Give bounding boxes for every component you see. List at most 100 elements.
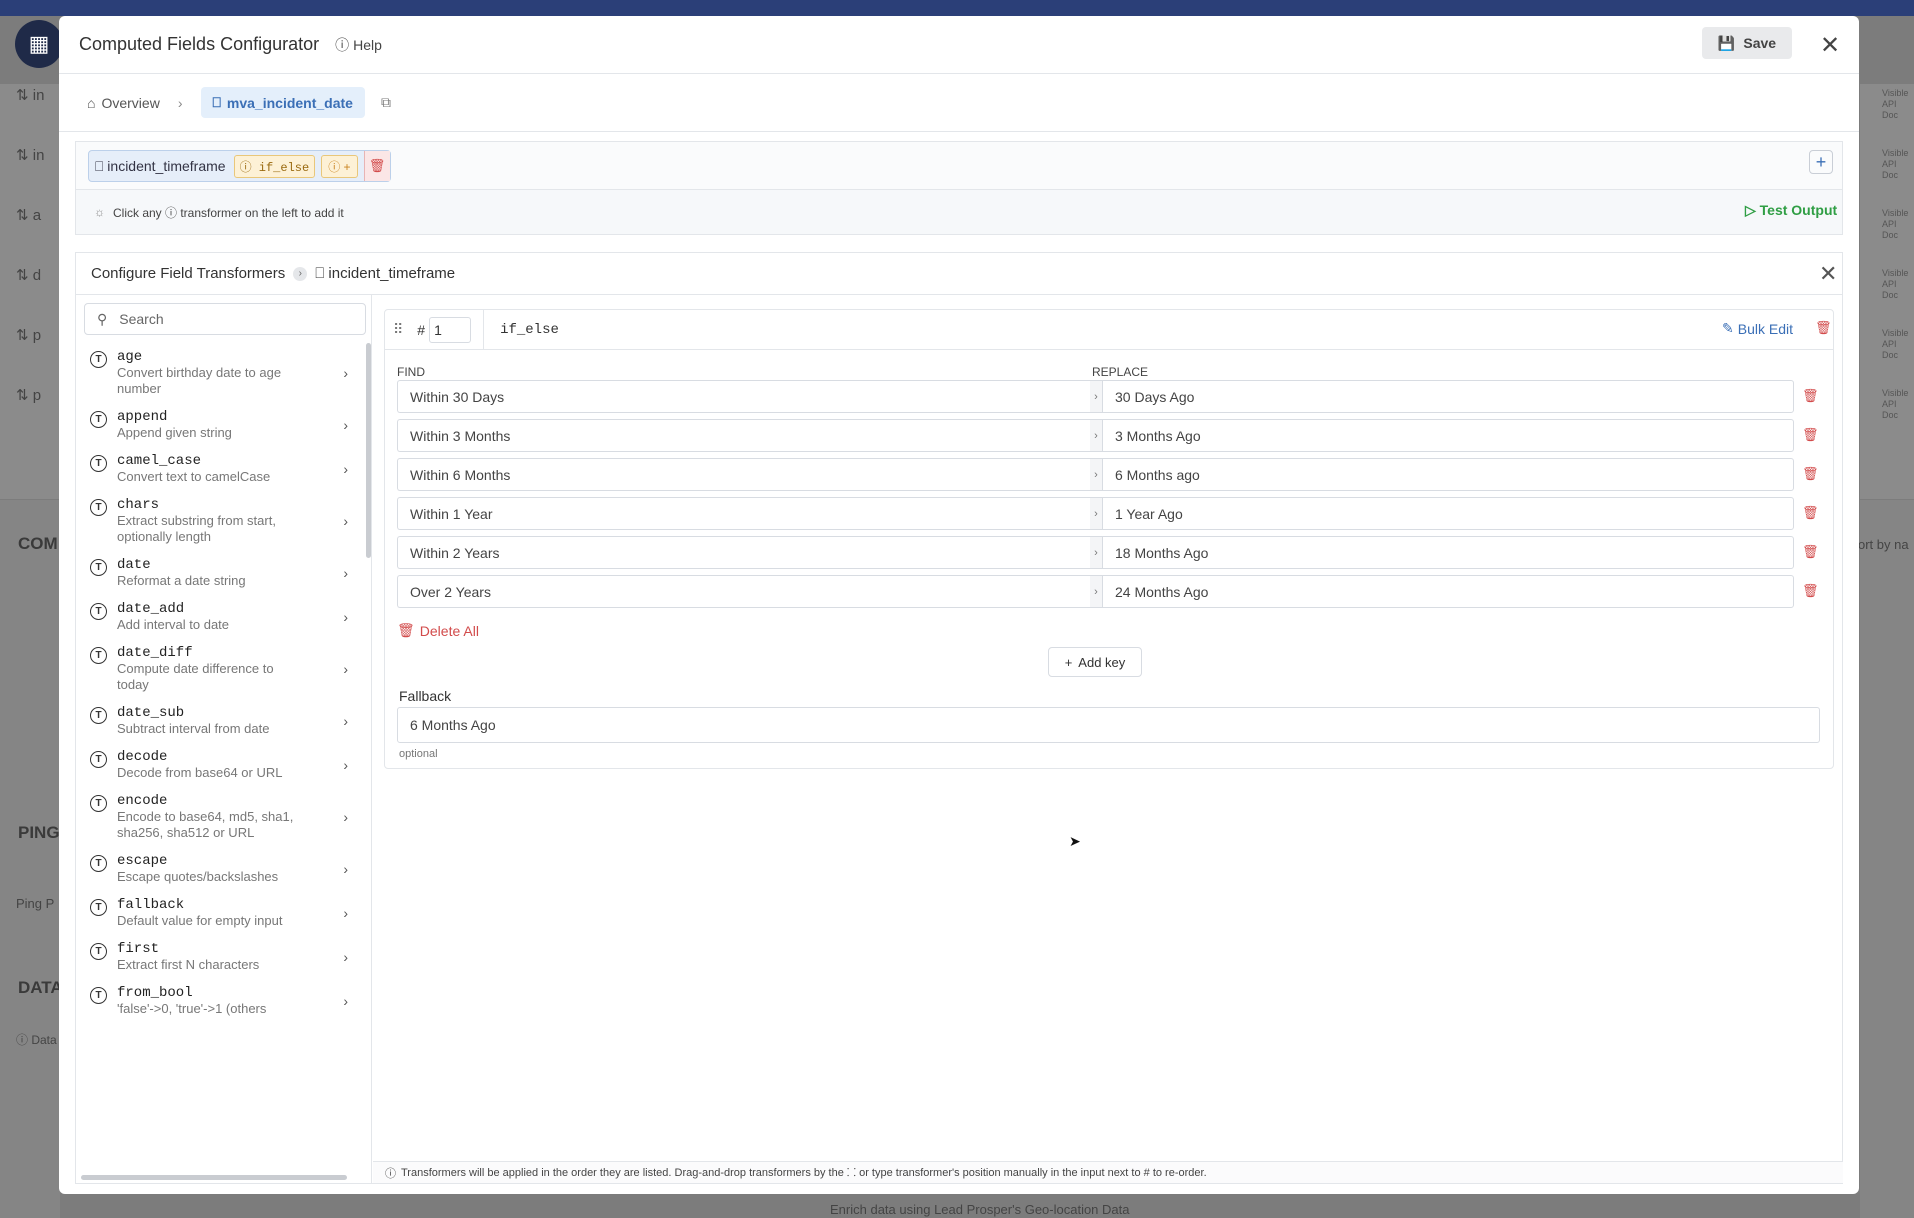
transformer-icon: T xyxy=(90,559,107,576)
field-bar: ⎕ incident_timeframe ⓘ if_else ⓘ + 🗑 + xyxy=(75,141,1843,189)
replace-input[interactable]: 3 Months Ago xyxy=(1102,419,1794,452)
trash-icon[interactable]: 🗑 xyxy=(1815,320,1832,336)
transformer-item-age[interactable]: Tage Convert birthday date to age number › xyxy=(76,343,364,403)
trash-icon[interactable]: 🗑 xyxy=(1802,505,1819,521)
transformer-item-fallback[interactable]: Tfallback Default value for empty input › xyxy=(76,891,364,935)
trash-icon[interactable]: 🗑 xyxy=(1802,427,1819,443)
find-replace-row: Over 2 Years › 24 Months Ago 🗑 xyxy=(397,575,1827,608)
trash-icon[interactable]: 🗑 xyxy=(1802,388,1819,404)
plus-icon: + xyxy=(1064,654,1073,670)
search-input[interactable]: ⚲ Search xyxy=(84,303,366,335)
transformer-desc: Subtract interval from date xyxy=(117,721,270,736)
find-input[interactable]: Within 2 Years xyxy=(397,536,1090,569)
background-right-label: Visible API Doc xyxy=(1882,148,1909,180)
drag-handle-icon[interactable]: ⠿ xyxy=(393,321,403,338)
replace-input[interactable]: 6 Months ago xyxy=(1102,458,1794,491)
transformer-item-date-add[interactable]: Tdate_add Add interval to date › xyxy=(76,595,364,639)
breadcrumb-overview[interactable]: ⌂ Overview xyxy=(87,95,160,111)
find-input[interactable]: Within 6 Months xyxy=(397,458,1090,491)
chevron-right-icon: › xyxy=(1090,458,1102,491)
save-label: Save xyxy=(1743,35,1777,51)
replace-input[interactable]: 1 Year Ago xyxy=(1102,497,1794,530)
background-right-label: Visible API Doc xyxy=(1882,88,1909,120)
fallback-hint: optional xyxy=(399,748,438,760)
background-row: ⇅ d xyxy=(16,267,42,284)
mouse-cursor-icon: ➤ xyxy=(1069,833,1081,849)
find-input[interactable]: Within 3 Months xyxy=(397,419,1090,452)
breadcrumb-field-label: mva_incident_date xyxy=(226,94,353,111)
position-input[interactable]: 1 xyxy=(429,316,472,343)
trash-icon[interactable]: 🗑 xyxy=(1802,583,1819,599)
find-column-header: FIND xyxy=(397,365,425,379)
replace-input[interactable]: 24 Months Ago xyxy=(1102,575,1794,608)
transformer-item-append[interactable]: Tappend Append given string › xyxy=(76,403,364,447)
field-chip[interactable]: ⎕ incident_timeframe ⓘ if_else ⓘ + 🗑 xyxy=(88,150,391,182)
bulk-edit-button[interactable]: ✎ Bulk Edit xyxy=(1722,320,1793,337)
app-menu-icon[interactable]: ▦ xyxy=(15,20,63,68)
sidebar-scrollbar-vertical[interactable] xyxy=(366,343,371,558)
transformer-name: age xyxy=(117,349,143,365)
transformer-item-camel-case[interactable]: Tcamel_case Convert text to camelCase › xyxy=(76,447,364,491)
chevron-right-icon: › xyxy=(1090,575,1102,608)
transformer-item-chars[interactable]: Tchars Extract substring from start, opti… xyxy=(76,491,364,551)
transformer-desc: Encode to base64, md5, sha1, sha256, sha… xyxy=(117,809,294,840)
find-replace-row: Within 6 Months › 6 Months ago 🗑 xyxy=(397,458,1827,491)
close-icon[interactable]: ✕ xyxy=(1820,31,1840,60)
transformer-item-first[interactable]: Tfirst Extract first N characters › xyxy=(76,935,364,979)
background-right-label: Visible API Doc xyxy=(1882,208,1909,240)
test-output-label: Test Output xyxy=(1759,202,1838,218)
add-key-button[interactable]: + Add key xyxy=(1048,647,1142,677)
background-right-label: Visible API Doc xyxy=(1882,388,1909,420)
home-icon: ⌂ xyxy=(87,94,96,111)
delete-all-button[interactable]: 🗑 Delete All xyxy=(397,622,479,639)
field-chip-name: incident_timeframe xyxy=(107,158,226,174)
trash-icon[interactable]: 🗑 xyxy=(363,151,390,181)
sidebar-scrollbar-horizontal[interactable] xyxy=(81,1175,347,1180)
transformer-item-date-diff[interactable]: Tdate_diff Compute date difference to tod… xyxy=(76,639,364,699)
find-input[interactable]: Within 30 Days xyxy=(397,380,1090,413)
transformer-item-escape[interactable]: Tescape Escape quotes/backslashes › xyxy=(76,847,364,891)
transformer-item-encode[interactable]: Tencode Encode to base64, md5, sha1, sha2… xyxy=(76,787,364,847)
transformer-icon: T xyxy=(90,855,107,872)
trash-icon[interactable]: 🗑 xyxy=(1802,466,1819,482)
fallback-input[interactable]: 6 Months Ago xyxy=(397,707,1820,743)
transformer-desc: Convert text to camelCase xyxy=(117,469,271,484)
transformer-item-date[interactable]: Tdate Reformat a date string › xyxy=(76,551,364,595)
transformer-badge[interactable]: ⓘ if_else xyxy=(233,154,316,178)
transformer-icon: T xyxy=(90,351,107,368)
help-label: Help xyxy=(353,36,382,53)
test-output-button[interactable]: ▷ Test Output xyxy=(1745,202,1837,219)
search-icon: ⚲ xyxy=(97,310,108,327)
find-replace-row: Within 3 Months › 3 Months Ago 🗑 xyxy=(397,419,1827,452)
trash-icon[interactable]: 🗑 xyxy=(1802,544,1819,560)
find-input[interactable]: Over 2 Years xyxy=(397,575,1090,608)
configure-transformers-panel: Configure Field Transformers › ⎕ inciden… xyxy=(75,252,1843,1184)
replace-input[interactable]: 30 Days Ago xyxy=(1102,380,1794,413)
transformer-icon: T xyxy=(90,411,107,428)
config-field-name: incident_timeframe xyxy=(328,265,456,282)
add-field-button[interactable]: + xyxy=(1809,150,1833,174)
transformer-name: fallback xyxy=(117,897,185,913)
configurator-modal: Computed Fields Configurator ⓘ Help 💾 Sa… xyxy=(59,16,1859,1194)
breadcrumb-field[interactable]: ⎕ mva_incident_date xyxy=(200,87,365,118)
transformer-item-decode[interactable]: Tdecode Decode from base64 or URL › xyxy=(76,743,364,787)
transformer-name: if_else xyxy=(483,309,559,350)
transformer-item-from-bool[interactable]: Tfrom_bool'false'->0, 'true'->1 (others › xyxy=(76,979,364,1023)
transformer-list: Tage Convert birthday date to age number ›… xyxy=(76,343,364,1023)
transformer-desc: Extract first N characters xyxy=(117,957,260,972)
close-icon[interactable]: ✕ xyxy=(1819,261,1837,287)
save-button[interactable]: 💾 Save xyxy=(1702,27,1792,59)
footer-note: ⓘ Transformers will be applied in the or… xyxy=(373,1161,1843,1183)
delete-all-label: Delete All xyxy=(419,622,479,639)
replace-input[interactable]: 18 Months Ago xyxy=(1102,536,1794,569)
transformer-icon: T xyxy=(90,795,107,812)
transformer-item-date-sub[interactable]: Tdate_sub Subtract interval from date › xyxy=(76,699,364,743)
copy-icon[interactable]: ⧉ xyxy=(381,94,391,111)
field-icon: ⎕ xyxy=(95,157,108,174)
background-section: COM xyxy=(18,534,58,553)
find-input[interactable]: Within 1 Year xyxy=(397,497,1090,530)
help-link[interactable]: ⓘ Help xyxy=(335,35,382,55)
transformer-icon: T xyxy=(90,899,107,916)
add-transformer-badge[interactable]: ⓘ + xyxy=(321,154,358,178)
background-topbar xyxy=(0,0,1914,16)
